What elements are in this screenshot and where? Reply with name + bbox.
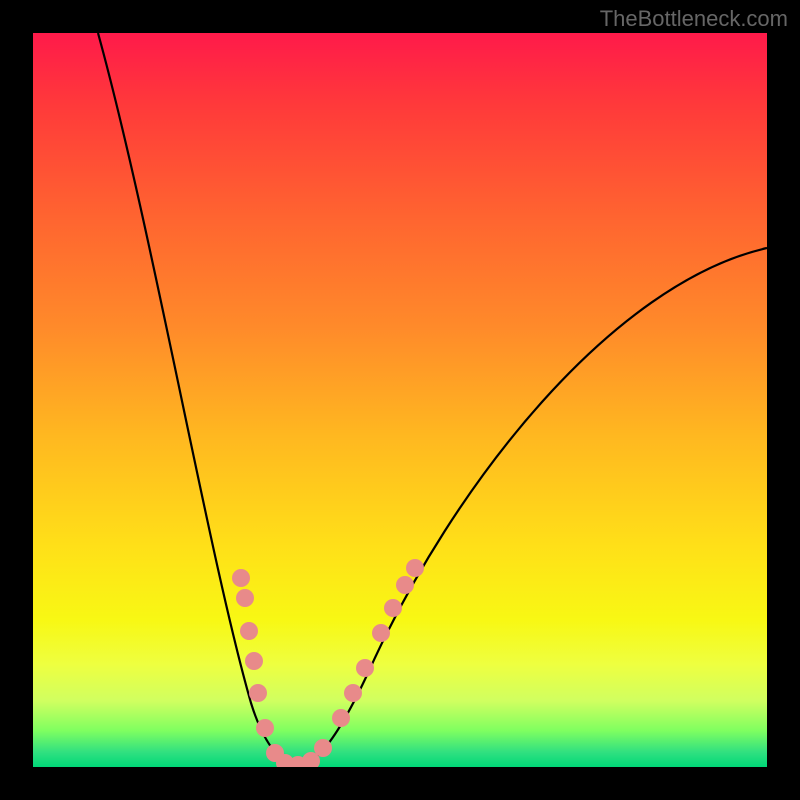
data-point <box>249 684 267 702</box>
data-point <box>314 739 332 757</box>
data-point <box>236 589 254 607</box>
data-point <box>384 599 402 617</box>
watermark-text: TheBottleneck.com <box>600 6 788 32</box>
data-point <box>256 719 274 737</box>
data-point <box>406 559 424 577</box>
chart-data-dots <box>33 33 767 767</box>
data-point <box>344 684 362 702</box>
data-point <box>232 569 250 587</box>
data-point <box>245 652 263 670</box>
data-point <box>332 709 350 727</box>
chart-plot-area <box>33 33 767 767</box>
data-point <box>356 659 374 677</box>
data-point <box>372 624 390 642</box>
data-point <box>396 576 414 594</box>
data-point <box>240 622 258 640</box>
